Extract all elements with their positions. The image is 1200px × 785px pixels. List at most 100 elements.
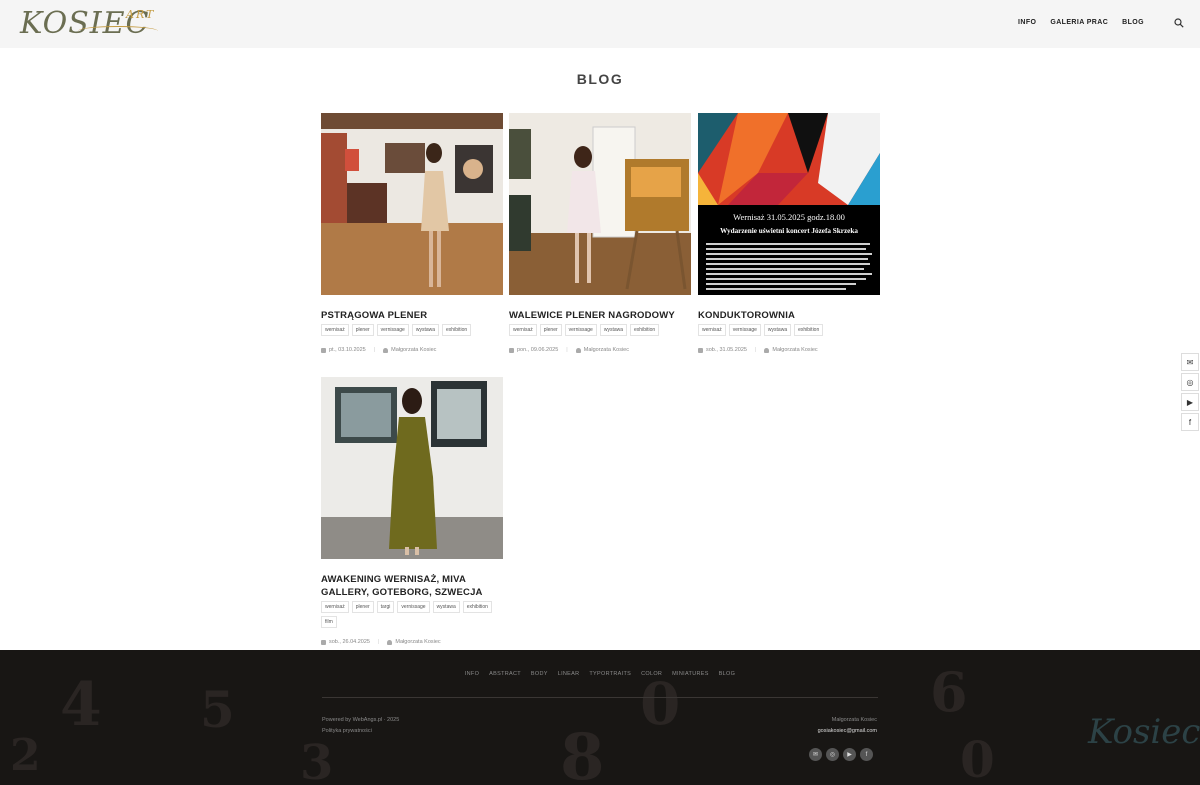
calendar-icon bbox=[698, 347, 703, 353]
footer-social: ✉ ◎ ▶ f bbox=[809, 748, 873, 761]
privacy-link[interactable]: Polityka prywatności bbox=[322, 726, 399, 737]
post-date: sob., 26.04.2025 bbox=[329, 639, 370, 645]
contact-email[interactable]: gosiakosiec@gmail.com bbox=[818, 726, 877, 737]
nav-item-info[interactable]: INFO bbox=[1018, 19, 1036, 26]
nav-item-blog[interactable]: BLOG bbox=[1122, 19, 1144, 26]
calendar-icon bbox=[321, 347, 326, 353]
footer-nav-item[interactable]: ABSTRACT bbox=[489, 671, 521, 677]
blog-post-card: AWAKENING WERNISAŻ, MIVA GALLERY, GOTEBO… bbox=[321, 377, 503, 645]
instagram-icon[interactable]: ◎ bbox=[826, 748, 839, 761]
post-tag[interactable]: wystawa bbox=[411, 324, 440, 336]
instagram-icon[interactable]: ◎ bbox=[1181, 373, 1199, 391]
footer-deco-glyph: 6 bbox=[930, 660, 968, 724]
footer-contact: Małgorzata Kosiec gosiakosiec@gmail.com bbox=[818, 715, 877, 737]
footer-nav-item[interactable]: BLOG bbox=[719, 671, 735, 677]
meta-separator: | bbox=[373, 347, 376, 353]
post-thumbnail[interactable] bbox=[321, 113, 503, 295]
email-icon[interactable]: ✉ bbox=[809, 748, 822, 761]
post-tag[interactable]: vernissage bbox=[376, 324, 409, 336]
meta-separator: | bbox=[377, 639, 380, 645]
footer-deco-glyph: 0 bbox=[960, 730, 995, 785]
post-tag[interactable]: wernisaż bbox=[509, 324, 537, 336]
post-tag[interactable]: wernisaż bbox=[321, 324, 349, 336]
post-tag[interactable]: vernissage bbox=[397, 601, 430, 613]
post-author[interactable]: Małgorzata Kosiec bbox=[395, 639, 440, 645]
blog-post-card: PSTRĄGOWA PLENER wernisaż plener verniss… bbox=[321, 113, 503, 353]
user-icon bbox=[383, 347, 389, 353]
post-tag[interactable]: film bbox=[321, 616, 337, 628]
post-tag[interactable]: exhibition bbox=[442, 324, 472, 336]
footer-nav-item[interactable]: INFO bbox=[465, 671, 479, 677]
post-thumbnail[interactable]: Wernisaż 31.05.2025 godz.18.00 Wydarzeni… bbox=[698, 113, 880, 295]
youtube-icon[interactable]: ▶ bbox=[1181, 393, 1199, 411]
post-tags: wernisaż plener vernissage wystawa exhib… bbox=[321, 324, 503, 336]
post-tags: wernisaż plener targi vernissage wystawa… bbox=[321, 601, 503, 628]
post-date: sob., 31.05.2025 bbox=[706, 347, 747, 353]
post-tag[interactable]: exhibition bbox=[630, 324, 660, 336]
contact-name: Małgorzata Kosiec bbox=[831, 717, 877, 723]
footer-deco-glyph: 4 bbox=[60, 670, 102, 740]
post-tags: wernisaż vernissage wystawa exhibition bbox=[698, 324, 880, 336]
post-tag[interactable]: wystawa bbox=[763, 324, 792, 336]
footer-nav-item[interactable]: BODY bbox=[531, 671, 548, 677]
nav-item-galeria-prac[interactable]: GALERIA PRAC bbox=[1050, 19, 1108, 26]
main-nav: INFO GALERIA PRAC BLOG bbox=[1018, 19, 1144, 26]
footer-deco-glyph: 3 bbox=[300, 735, 334, 785]
calendar-icon bbox=[509, 347, 514, 353]
user-icon bbox=[575, 347, 581, 353]
search-icon[interactable] bbox=[1174, 18, 1184, 28]
post-thumbnail[interactable] bbox=[321, 377, 503, 559]
facebook-icon[interactable]: f bbox=[860, 748, 873, 761]
post-author[interactable]: Małgorzata Kosiec bbox=[391, 347, 436, 353]
post-tags: wernisaż plener vernissage wystawa exhib… bbox=[509, 324, 691, 336]
post-author[interactable]: Małgorzata Kosiec bbox=[772, 347, 817, 353]
blog-post-card: WALEWICE PLENER NAGRODOWY wernisaż plene… bbox=[509, 113, 691, 353]
youtube-icon[interactable]: ▶ bbox=[843, 748, 856, 761]
email-icon[interactable]: ✉ bbox=[1181, 353, 1199, 371]
post-tag[interactable]: wernisaż bbox=[698, 324, 726, 336]
post-tag[interactable]: targi bbox=[376, 601, 395, 613]
user-icon bbox=[387, 639, 393, 645]
post-tag[interactable]: wystawa bbox=[599, 324, 628, 336]
blog-post-card: Wernisaż 31.05.2025 godz.18.00 Wydarzeni… bbox=[698, 113, 880, 353]
site-footer: 4 5 2 3 8 0 6 0 INFO ABSTRACT BODY LINEA… bbox=[0, 650, 1200, 785]
post-title[interactable]: KONDUKTOROWNIA bbox=[698, 309, 880, 322]
footer-nav: INFO ABSTRACT BODY LINEAR TYPORTRAITS CO… bbox=[0, 671, 1200, 677]
footer-nav-item[interactable]: LINEAR bbox=[558, 671, 580, 677]
post-title[interactable]: AWAKENING WERNISAŻ, MIVA GALLERY, GOTEBO… bbox=[321, 573, 503, 599]
post-tag[interactable]: wernisaż bbox=[321, 601, 349, 613]
post-meta: sob., 31.05.2025 | Małgorzata Kosiec bbox=[698, 347, 880, 353]
post-title[interactable]: PSTRĄGOWA PLENER bbox=[321, 309, 503, 322]
post-date: pt., 03.10.2025 bbox=[329, 347, 366, 353]
footer-deco-glyph: 5 bbox=[200, 680, 235, 739]
post-meta: pon., 09.06.2025 | Małgorzata Kosiec bbox=[509, 347, 691, 353]
meta-separator: | bbox=[566, 347, 568, 353]
facebook-icon[interactable]: f bbox=[1181, 413, 1199, 431]
post-author[interactable]: Małgorzata Kosiec bbox=[584, 347, 629, 353]
footer-divider bbox=[322, 697, 878, 698]
post-thumbnail[interactable] bbox=[509, 113, 691, 295]
post-tag[interactable]: vernissage bbox=[564, 324, 597, 336]
footer-credits: Powered by WebAngs.pl · 2025 Polityka pr… bbox=[322, 715, 399, 737]
powered-by[interactable]: Powered by WebAngs.pl · 2025 bbox=[322, 715, 399, 726]
footer-nav-item[interactable]: COLOR bbox=[641, 671, 662, 677]
post-tag[interactable]: exhibition bbox=[794, 324, 824, 336]
footer-nav-item[interactable]: MINIATURES bbox=[672, 671, 709, 677]
site-header: KOSIEC ART INFO GALERIA PRAC BLOG bbox=[0, 0, 1200, 48]
post-title[interactable]: WALEWICE PLENER NAGRODOWY bbox=[509, 309, 691, 322]
footer-nav-item[interactable]: TYPORTRAITS bbox=[589, 671, 631, 677]
post-meta: pt., 03.10.2025 | Małgorzata Kosiec bbox=[321, 347, 503, 353]
meta-separator: | bbox=[754, 347, 757, 353]
post-tag[interactable]: wystawa bbox=[432, 601, 460, 613]
user-icon bbox=[764, 347, 770, 353]
page-title: BLOG bbox=[576, 71, 624, 87]
footer-deco-glyph: 0 bbox=[640, 670, 681, 738]
post-tag[interactable]: exhibition bbox=[462, 601, 492, 613]
post-tag[interactable]: vernissage bbox=[728, 324, 761, 336]
site-logo[interactable]: KOSIEC ART bbox=[20, 4, 160, 44]
post-tag[interactable]: plener bbox=[351, 601, 374, 613]
post-tag[interactable]: plener bbox=[539, 324, 562, 336]
logo-suffix: ART bbox=[126, 8, 156, 21]
post-tag[interactable]: plener bbox=[351, 324, 374, 336]
poster-heading: Wernisaż 31.05.2025 godz.18.00 bbox=[733, 212, 845, 222]
